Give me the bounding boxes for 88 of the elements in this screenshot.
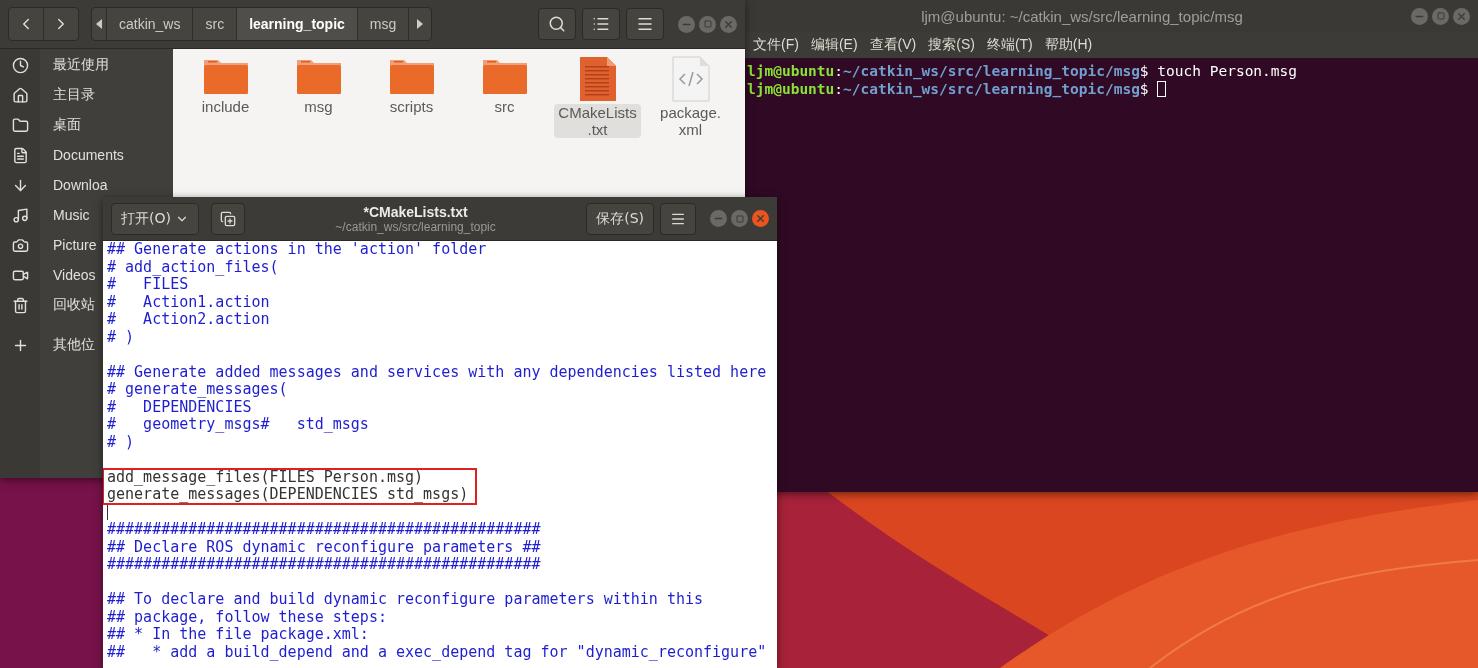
close-button[interactable] xyxy=(752,210,769,227)
camera-icon xyxy=(11,236,29,254)
menu-item[interactable]: 文件(F) xyxy=(753,36,799,54)
home-icon xyxy=(11,86,29,104)
sidebar-item[interactable]: 桌面 xyxy=(40,116,81,134)
window-title: *CMakeLists.txt xyxy=(363,203,468,220)
code-line: # ) xyxy=(107,328,136,346)
terminal-line: ljm@ubuntu:~/catkin_ws/src/learning_topic/msg$ touch Person.msg xyxy=(747,62,1298,80)
left-triangle-icon xyxy=(95,19,103,29)
close-icon xyxy=(723,18,734,30)
sidebar-item[interactable]: 其他位 xyxy=(40,336,95,354)
file-name[interactable]: CMakeLists .txt xyxy=(554,104,641,138)
recent-icon xyxy=(11,56,29,74)
maximize-button[interactable] xyxy=(1432,7,1449,25)
file-name[interactable]: scripts xyxy=(385,98,438,115)
menu-item[interactable]: 帮助(H) xyxy=(1044,36,1093,54)
code-line: # DEPENDENCIES xyxy=(107,398,252,416)
terminal-line: ljm@ubuntu:~/catkin_ws/src/learning_topic/msg$ xyxy=(747,80,1478,98)
code-line: # generate_messages( xyxy=(107,381,289,399)
text-cursor xyxy=(107,503,108,520)
close-icon xyxy=(1456,10,1467,22)
right-triangle-icon xyxy=(416,19,425,29)
menu-item[interactable]: 搜索(S) xyxy=(928,36,975,54)
search-icon xyxy=(548,15,566,33)
minimize-button[interactable] xyxy=(1411,7,1428,25)
text-file-icon xyxy=(578,56,617,102)
music-icon xyxy=(11,206,29,224)
maximize-icon xyxy=(703,20,712,28)
open-button[interactable]: 打开(O) xyxy=(111,202,199,235)
sidebar-item[interactable]: 回收站 xyxy=(40,296,95,314)
trash-icon xyxy=(11,296,29,314)
sidebar-item[interactable]: Videos xyxy=(40,267,96,283)
path-crumb[interactable]: learning_topic xyxy=(237,8,358,40)
new-tab-icon xyxy=(219,210,236,227)
code-line: add_message_files(FILES Person.msg) xyxy=(107,468,425,486)
code-line: ## Generate added messages and services with any dependencies listed here xyxy=(107,363,768,381)
sidebar-item[interactable]: 最近使用 xyxy=(40,56,109,74)
file-name[interactable]: include xyxy=(197,98,254,115)
maximize-button[interactable] xyxy=(731,210,748,227)
path-crumb[interactable]: catkin_ws xyxy=(107,8,194,40)
sidebar-item[interactable]: Downloa xyxy=(40,177,108,193)
code-line: ################################################ xyxy=(107,556,542,574)
maximize-button[interactable] xyxy=(699,15,716,33)
menu-button[interactable] xyxy=(660,202,696,235)
code-line: ## Generate actions in the 'action' folder xyxy=(107,241,488,259)
file-name[interactable]: package. xml xyxy=(656,104,725,138)
window-title: ljm@ubuntu: ~/catkin_ws/src/learning_topic/msg xyxy=(920,7,1244,25)
close-button[interactable] xyxy=(720,15,737,33)
code-line: ## package, follow these steps: xyxy=(107,608,388,626)
sidebar-item[interactable]: 主目录 xyxy=(40,86,95,104)
view-button[interactable] xyxy=(582,8,620,40)
document-icon xyxy=(11,146,29,164)
code-line: ## To declare and build dynamic reconfigure parameters within this xyxy=(107,591,705,609)
code-line: # add_action_files( xyxy=(107,258,280,276)
close-icon xyxy=(755,213,766,224)
search-button[interactable] xyxy=(538,8,576,40)
close-button[interactable] xyxy=(1453,7,1470,25)
minimize-button[interactable] xyxy=(678,15,695,33)
maximize-icon xyxy=(1436,12,1445,20)
code-line: # ) xyxy=(107,433,136,451)
code-line: ## Declare ROS dynamic reconfigure parameters ## xyxy=(107,538,542,556)
sidebar-item[interactable]: Documents xyxy=(40,147,124,163)
file-name[interactable]: msg xyxy=(300,98,337,115)
menu-item[interactable]: 终端(T) xyxy=(986,36,1033,54)
list-icon xyxy=(592,15,610,33)
menu-item[interactable]: 编辑(E) xyxy=(810,36,858,54)
code-line: generate_messages(DEPENDENCIES std_msgs) xyxy=(107,486,469,504)
minimize-button[interactable] xyxy=(710,210,727,227)
sidebar-item[interactable]: Picture xyxy=(40,237,97,253)
code-line: # FILES xyxy=(107,276,189,294)
save-button[interactable]: 保存(S) xyxy=(586,202,654,235)
code-line: # geometry_msgs# std_msgs xyxy=(107,416,370,434)
code-line: ## * In the file package.xml: xyxy=(107,626,370,644)
file-path: ~/catkin_ws/src/learning_topic xyxy=(335,219,496,234)
menu-icon xyxy=(636,15,654,33)
menu-item[interactable]: 查看(V) xyxy=(869,36,917,54)
path-crumb[interactable]: msg xyxy=(357,8,410,40)
maximize-icon xyxy=(735,214,744,223)
menu-button[interactable] xyxy=(626,8,664,40)
code-line: ## * add a build_depend and a exec_depend tag for "dynamic_reconfigure" xyxy=(107,643,768,661)
file-name[interactable]: src xyxy=(490,98,519,115)
code-line: # Action1.action xyxy=(107,293,271,311)
code-line: ################################################ xyxy=(107,521,542,539)
code-file-icon xyxy=(671,56,710,102)
new-tab-button[interactable] xyxy=(210,202,245,235)
sidebar-item[interactable]: Music xyxy=(40,207,90,223)
folder-icon xyxy=(11,116,29,134)
code-line: # Action2.action xyxy=(107,311,271,329)
